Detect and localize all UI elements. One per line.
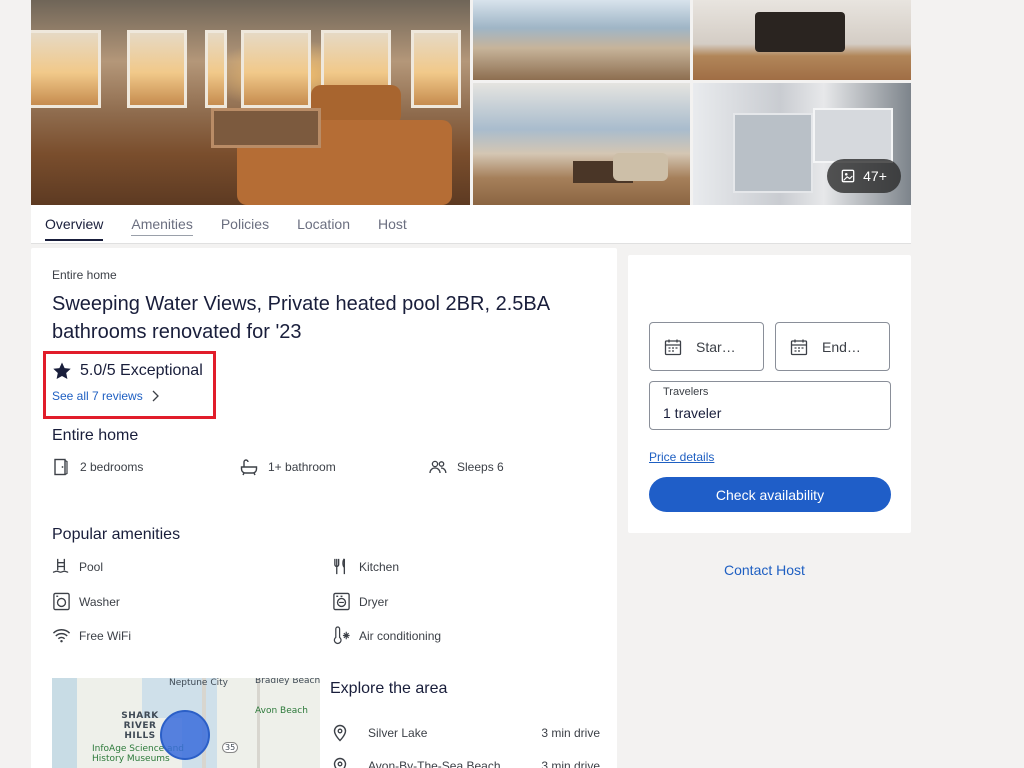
map-label-bradley-beach: Bradley Beach xyxy=(255,678,320,686)
location-area-marker xyxy=(160,710,210,760)
amenity-kitchen: Kitchen xyxy=(332,557,399,576)
end-date-label: End… xyxy=(822,338,861,355)
main-photo-living-room[interactable] xyxy=(31,0,470,205)
rating-summary: 5.0/5 Exceptional xyxy=(52,361,203,381)
tab-host[interactable]: Host xyxy=(378,205,407,243)
washer-icon xyxy=(53,592,70,611)
popular-amenities-heading: Popular amenities xyxy=(52,526,181,543)
see-reviews-label: See all 7 reviews xyxy=(52,389,143,403)
area-map[interactable]: Neptune City Bradley Beach SHARK RIVER H… xyxy=(52,678,320,768)
check-availability-button[interactable]: Check availability xyxy=(649,477,891,512)
amenity-washer: Washer xyxy=(52,592,120,611)
poi-distance: 3 min drive xyxy=(541,726,600,740)
start-date-field[interactable]: Star… xyxy=(649,322,764,371)
dryer-icon xyxy=(333,592,350,611)
bathrooms-label: 1+ bathroom xyxy=(268,460,336,474)
wifi-icon xyxy=(52,629,71,643)
kitchen-icon xyxy=(334,558,346,575)
poi-silver-lake: Silver Lake 3 min drive xyxy=(332,724,600,742)
photo-bathroom[interactable]: 47+ xyxy=(693,83,911,205)
coffee-table xyxy=(211,108,321,148)
photo-count-button[interactable]: 47+ xyxy=(827,159,901,193)
bathtub-icon xyxy=(240,459,258,476)
photo-count-label: 47+ xyxy=(863,168,887,184)
section-tabs: Overview Amenities Policies Location Hos… xyxy=(31,205,911,244)
window xyxy=(411,30,461,108)
map-road xyxy=(257,678,260,768)
poi-name: Silver Lake xyxy=(368,726,428,740)
calendar-icon xyxy=(664,339,682,355)
end-date-field[interactable]: End… xyxy=(775,322,890,371)
see-reviews-link[interactable]: See all 7 reviews xyxy=(52,389,159,403)
amenity-washer-label: Washer xyxy=(79,594,120,609)
tab-overview[interactable]: Overview xyxy=(45,205,104,243)
bathrooms-fact: 1+ bathroom xyxy=(240,458,336,476)
amenity-dryer-label: Dryer xyxy=(359,594,389,609)
travelers-field[interactable]: Travelers 1 traveler xyxy=(649,381,891,430)
amenity-pool: Pool xyxy=(52,557,103,576)
travelers-value: 1 traveler xyxy=(663,405,722,421)
travelers-label: Travelers xyxy=(663,386,709,398)
mirror xyxy=(813,108,893,163)
amenity-air-conditioning-label: Air conditioning xyxy=(359,628,442,643)
bedrooms-fact: 2 bedrooms xyxy=(52,458,143,476)
photo-gallery[interactable]: 47+ xyxy=(31,0,911,205)
amenity-air-conditioning: Air conditioning xyxy=(332,626,441,645)
window xyxy=(205,30,227,108)
sofa xyxy=(311,85,401,125)
location-pin-icon xyxy=(333,724,347,742)
tab-location[interactable]: Location xyxy=(297,205,350,243)
start-date-label: Star… xyxy=(696,338,736,355)
listing-title: Sweeping Water Views, Private heated poo… xyxy=(52,293,549,343)
poi-distance: 3 min drive xyxy=(541,759,600,768)
photo-living-area[interactable] xyxy=(473,0,690,80)
amenity-dryer: Dryer xyxy=(332,592,388,611)
sleeps-label: Sleeps 6 xyxy=(457,460,504,474)
bedrooms-label: 2 bedrooms xyxy=(80,460,144,474)
window xyxy=(241,30,311,108)
rating-text: 5.0/5 Exceptional xyxy=(80,362,203,379)
chevron-right-icon xyxy=(152,390,159,402)
explore-area-heading: Explore the area xyxy=(330,680,448,697)
poi-avon-beach: Avon-By-The-Sea Beach 3 min drive xyxy=(332,757,600,768)
map-land xyxy=(217,678,320,768)
amenity-kitchen-label: Kitchen xyxy=(359,559,400,574)
entire-home-heading: Entire home xyxy=(52,427,139,444)
door-icon xyxy=(54,458,68,476)
photo-dining-room[interactable] xyxy=(693,0,911,80)
shower xyxy=(733,113,813,193)
sofa xyxy=(613,153,668,181)
booking-card: Star… End… Travelers 1 traveler Price de… xyxy=(628,255,911,533)
map-label-avon-beach: Avon Beach xyxy=(255,706,308,716)
amenity-wifi-label: Free WiFi xyxy=(79,628,131,643)
people-icon xyxy=(429,460,447,474)
location-pin-icon xyxy=(333,757,347,768)
photo-open-living[interactable] xyxy=(473,83,690,205)
star-icon xyxy=(53,362,71,379)
map-label-neptune-city: Neptune City xyxy=(169,678,228,688)
price-details-link[interactable]: Price details xyxy=(649,450,714,464)
amenity-wifi: Free WiFi xyxy=(52,626,131,645)
window xyxy=(31,30,101,108)
poi-name: Avon-By-The-Sea Beach xyxy=(368,759,501,768)
window xyxy=(127,30,187,108)
pool-icon xyxy=(52,558,69,573)
map-label-route: 35 xyxy=(222,742,239,753)
tab-policies[interactable]: Policies xyxy=(221,205,269,243)
property-type: Entire home xyxy=(52,268,117,282)
sleeps-fact: Sleeps 6 xyxy=(429,458,504,476)
gallery-icon xyxy=(841,169,855,183)
air-conditioning-icon xyxy=(333,626,350,645)
tab-amenities[interactable]: Amenities xyxy=(131,205,194,243)
dining-table xyxy=(755,12,845,52)
calendar-icon xyxy=(790,339,808,355)
map-water xyxy=(52,678,77,768)
contact-host-link[interactable]: Contact Host xyxy=(724,562,805,578)
amenity-pool-label: Pool xyxy=(79,559,104,574)
